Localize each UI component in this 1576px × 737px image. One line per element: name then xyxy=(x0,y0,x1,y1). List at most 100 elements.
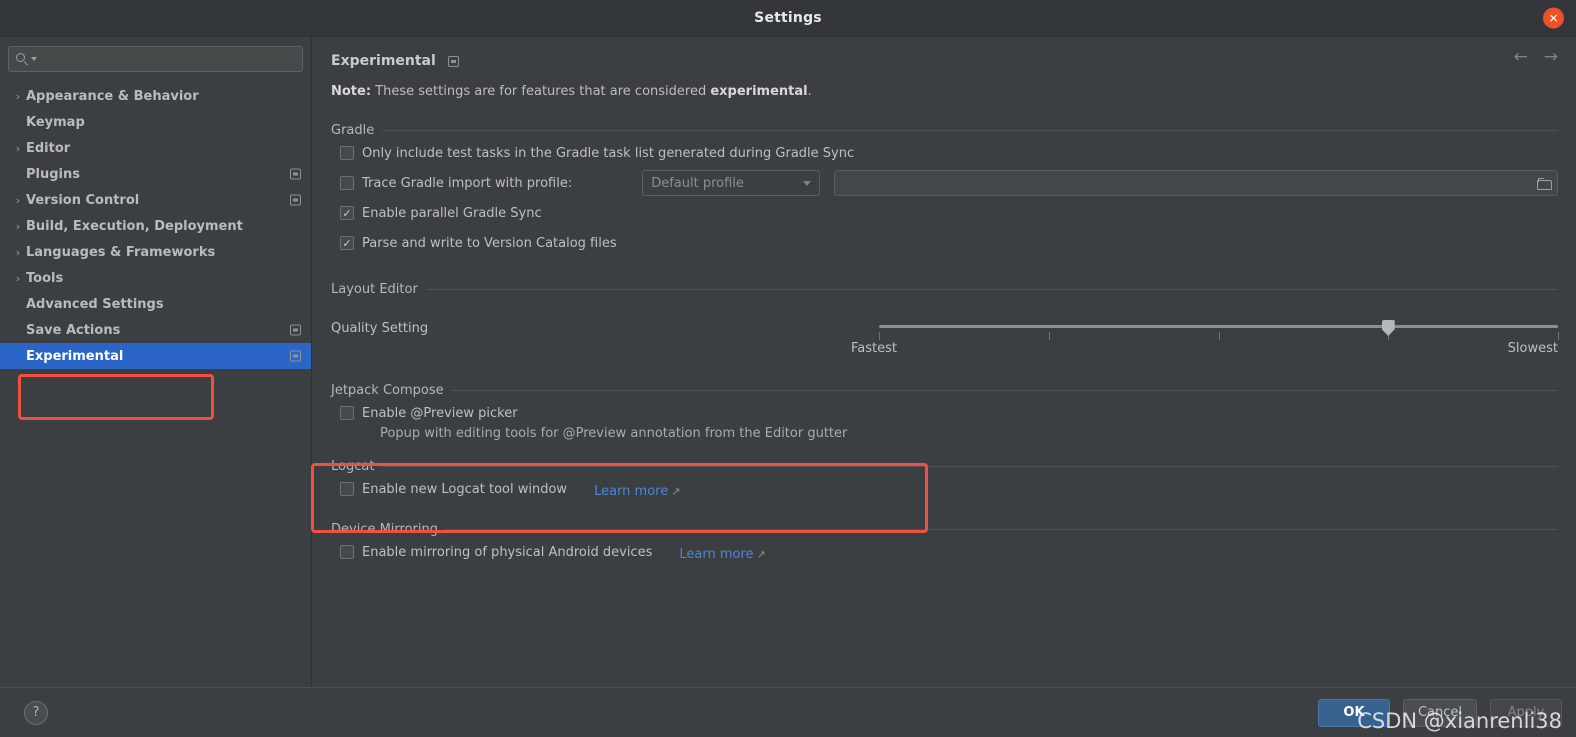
search-icon xyxy=(15,52,30,67)
search-box[interactable] xyxy=(8,46,303,72)
jetpack-compose-group-header: Jetpack Compose xyxy=(331,383,1558,398)
label-trace-gradle-import: Trace Gradle import with profile: xyxy=(362,175,573,191)
note-prefix: Note: xyxy=(331,84,372,99)
label-enable-mirroring: Enable mirroring of physical Android dev… xyxy=(362,544,653,560)
sidebar-item-label: Editor xyxy=(26,140,71,156)
modified-indicator-icon xyxy=(290,168,301,180)
row-trace-gradle-import: Trace Gradle import with profile: Defaul… xyxy=(331,168,1558,198)
label-parse-version-catalog: Parse and write to Version Catalog files xyxy=(362,235,617,251)
chevron-right-icon[interactable]: › xyxy=(10,91,26,102)
sidebar-item-tools[interactable]: › Tools xyxy=(0,265,311,291)
page-title: Experimental xyxy=(331,53,436,69)
quality-slider[interactable]: Fastest Slowest xyxy=(851,313,1559,359)
chevron-right-icon[interactable]: › xyxy=(10,143,26,154)
checkbox-enable-new-logcat[interactable] xyxy=(340,482,354,496)
sidebar-highlight-annotation xyxy=(18,374,214,420)
slider-tick xyxy=(1218,332,1220,340)
ok-button[interactable]: OK xyxy=(1317,698,1390,727)
row-only-include-test-tasks: Only include test tasks in the Gradle ta… xyxy=(331,138,1558,168)
slider-max-label: Slowest xyxy=(1507,341,1558,356)
sidebar: › Appearance & Behavior Keymap › Editor Plugi… xyxy=(0,37,312,687)
checkbox-trace-gradle-import[interactable] xyxy=(340,176,354,190)
row-enable-new-logcat: Enable new Logcat tool window Learn more… xyxy=(331,474,1558,504)
logcat-group: Logcat Enable new Logcat tool window Lea… xyxy=(331,459,1558,504)
sidebar-item-label: Languages & Frameworks xyxy=(26,244,216,260)
sidebar-item-languages-frameworks[interactable]: › Languages & Frameworks xyxy=(0,239,311,265)
note-text: Note: These settings are for features th… xyxy=(331,84,1558,99)
chevron-right-icon[interactable]: › xyxy=(10,247,26,258)
sidebar-item-label: Version Control xyxy=(26,192,140,208)
checkbox-parse-version-catalog[interactable] xyxy=(340,236,354,250)
help-button[interactable]: ? xyxy=(24,700,48,725)
divider xyxy=(446,529,1558,530)
label-enable-new-logcat: Enable new Logcat tool window xyxy=(362,481,568,497)
modified-indicator-icon xyxy=(447,55,459,67)
content-header: Experimental ← → xyxy=(331,37,1558,75)
sidebar-item-editor[interactable]: › Editor xyxy=(0,135,311,161)
nav-arrows: ← → xyxy=(1514,49,1559,66)
settings-tree: › Appearance & Behavior Keymap › Editor Plugi… xyxy=(0,83,311,369)
sidebar-item-version-control[interactable]: › Version Control xyxy=(0,187,311,213)
row-enable-mirroring: Enable mirroring of physical Android dev… xyxy=(331,537,1558,567)
sidebar-item-advanced-settings[interactable]: Advanced Settings xyxy=(0,291,311,317)
quality-setting-label: Quality Setting xyxy=(331,321,429,336)
slider-ticks xyxy=(879,332,1559,340)
note-emphasis: experimental xyxy=(710,84,808,99)
sidebar-item-label: Advanced Settings xyxy=(26,296,164,312)
chevron-right-icon[interactable]: › xyxy=(10,195,26,206)
search-input[interactable] xyxy=(37,51,296,67)
sidebar-item-label: Appearance & Behavior xyxy=(26,88,199,104)
divider xyxy=(425,289,1558,290)
profile-path-field[interactable] xyxy=(834,170,1558,196)
label-only-include-test-tasks: Only include test tasks in the Gradle ta… xyxy=(362,145,855,161)
footer-bar: ? OK Cancel Apply xyxy=(0,687,1576,737)
sidebar-item-appearance-behavior[interactable]: › Appearance & Behavior xyxy=(0,83,311,109)
sidebar-item-experimental[interactable]: Experimental xyxy=(0,343,311,369)
divider xyxy=(451,390,1558,391)
slider-min-label: Fastest xyxy=(851,341,897,356)
back-arrow-icon[interactable]: ← xyxy=(1514,49,1528,66)
settings-dialog: Settings ✕ › Appearance & Behavior Keymap ›… xyxy=(0,0,1576,737)
logcat-group-title: Logcat xyxy=(331,459,375,474)
profile-select-value: Default profile xyxy=(651,175,744,191)
sidebar-item-label: Tools xyxy=(26,270,64,286)
profile-path-input[interactable] xyxy=(841,175,1537,191)
note-body: These settings are for features that are… xyxy=(371,84,711,99)
divider xyxy=(382,130,1558,131)
sidebar-item-label: Experimental xyxy=(26,348,124,364)
chevron-down-icon xyxy=(803,180,812,186)
logcat-group-header: Logcat xyxy=(331,459,1558,474)
mirroring-learn-more-wrapper: Learn more ↗ xyxy=(679,543,765,562)
close-icon[interactable]: ✕ xyxy=(1543,7,1564,29)
mirroring-learn-more-link[interactable]: Learn more xyxy=(679,547,753,562)
divider xyxy=(382,466,1558,467)
folder-icon[interactable] xyxy=(1537,177,1552,190)
apply-button[interactable]: Apply xyxy=(1490,698,1562,727)
chevron-right-icon[interactable]: › xyxy=(10,273,26,284)
modified-indicator-icon xyxy=(290,194,301,206)
sidebar-item-save-actions[interactable]: Save Actions xyxy=(0,317,311,343)
device-mirroring-group: Device Mirroring Enable mirroring of phy… xyxy=(331,522,1558,567)
checkbox-enable-preview-picker[interactable] xyxy=(340,406,354,420)
slider-end-labels: Fastest Slowest xyxy=(851,341,1558,356)
sidebar-item-plugins[interactable]: Plugins xyxy=(0,161,311,187)
gradle-group-title: Gradle xyxy=(331,123,375,138)
sidebar-item-label: Save Actions xyxy=(26,322,121,338)
label-enable-preview-picker: Enable @Preview picker xyxy=(362,405,518,421)
forward-arrow-icon[interactable]: → xyxy=(1544,49,1558,66)
title-bar: Settings ✕ xyxy=(0,0,1576,37)
sidebar-item-build-execution-deployment[interactable]: › Build, Execution, Deployment xyxy=(0,213,311,239)
modified-indicator-icon xyxy=(290,324,301,336)
checkbox-enable-parallel-sync[interactable] xyxy=(340,206,354,220)
layout-editor-group: Layout Editor Quality Setting Fastest Sl… xyxy=(331,282,1559,359)
jetpack-compose-group-title: Jetpack Compose xyxy=(331,383,444,398)
search-wrapper xyxy=(0,37,311,72)
layout-editor-group-title: Layout Editor xyxy=(331,282,418,297)
checkbox-enable-mirroring[interactable] xyxy=(340,545,354,559)
profile-select[interactable]: Default profile xyxy=(642,170,821,196)
checkbox-only-include-test-tasks[interactable] xyxy=(340,146,354,160)
logcat-learn-more-link[interactable]: Learn more xyxy=(594,484,668,499)
sidebar-item-keymap[interactable]: Keymap xyxy=(0,109,311,135)
chevron-right-icon[interactable]: › xyxy=(10,221,26,232)
cancel-button[interactable]: Cancel xyxy=(1402,698,1477,727)
